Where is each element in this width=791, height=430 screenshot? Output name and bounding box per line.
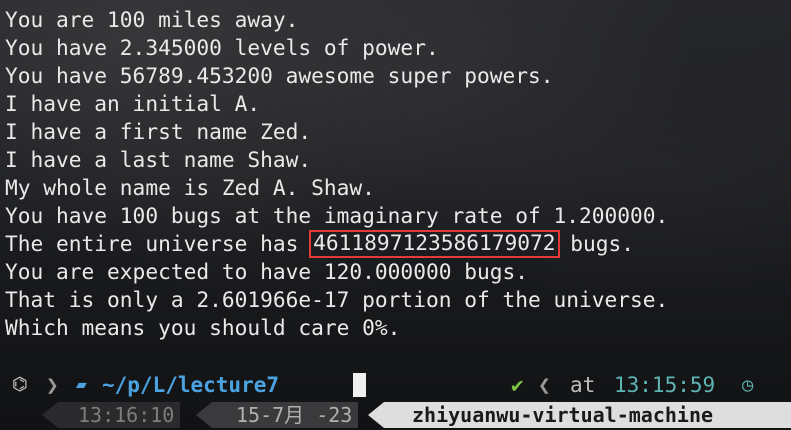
- clock-icon: ◷: [742, 374, 754, 396]
- text-cursor[interactable]: [353, 373, 366, 397]
- status-arrow-icon: [42, 402, 58, 428]
- path-dir: lecture7: [177, 373, 280, 397]
- shell-prompt[interactable]: ⌬ ❯ ▰ ~/p/L/lecture7 ✔ ❮ at 13:15:59 ◷: [0, 371, 791, 399]
- status-arrow-icon: [368, 402, 384, 428]
- output-line: My whole name is Zed A. Shaw.: [5, 175, 375, 200]
- output-line: I have an initial A.: [5, 91, 261, 116]
- output-line: You are 100 miles away.: [5, 7, 299, 32]
- tmux-status-bar: 13:16:10 15-7月 -23 zhiyuanwu-virtual-mac…: [0, 402, 791, 428]
- folder-open-icon: ▰: [76, 374, 87, 395]
- output-line: I have a last name Shaw.: [5, 147, 312, 172]
- at-label: at: [570, 373, 596, 397]
- prompt-time: 13:15:59: [614, 373, 716, 397]
- status-time: 13:16:10: [58, 402, 181, 428]
- linux-icon: ⌬: [12, 374, 28, 395]
- status-arrow-icon: [196, 402, 212, 428]
- path-prefix: ~/p/L/: [102, 373, 178, 397]
- highlight-box: 4611897123586179072: [309, 230, 560, 258]
- output-line: You have 56789.453200 awesome super powe…: [5, 63, 554, 88]
- output-line: You have 100 bugs at the imaginary rate …: [5, 203, 669, 228]
- output-text: The entire universe has: [5, 231, 312, 256]
- terminal-window[interactable]: You are 100 miles away. You have 2.34500…: [0, 0, 791, 430]
- output-line: I have a first name Zed.: [5, 119, 312, 144]
- current-path: ~/p/L/lecture7: [102, 371, 279, 399]
- output-text: bugs.: [557, 231, 635, 256]
- output-line: You are expected to have 120.000000 bugs…: [5, 259, 528, 284]
- status-hostname: zhiyuanwu-virtual-machine: [384, 402, 791, 428]
- output-line-highlighted: The entire universe has 4611897123586179…: [5, 230, 785, 258]
- check-icon: ✔: [511, 373, 524, 397]
- output-line: That is only a 2.601966e-17 portion of t…: [5, 287, 669, 312]
- prompt-separator-left-icon: ❮: [538, 373, 551, 397]
- status-date: 15-7月 -23: [212, 402, 359, 428]
- output-line: You have 2.345000 levels of power.: [5, 35, 439, 60]
- prompt-separator-icon: ❯: [46, 373, 59, 397]
- output-line: Which means you should care 0%.: [5, 315, 401, 340]
- terminal-output: You are 100 miles away. You have 2.34500…: [5, 6, 785, 342]
